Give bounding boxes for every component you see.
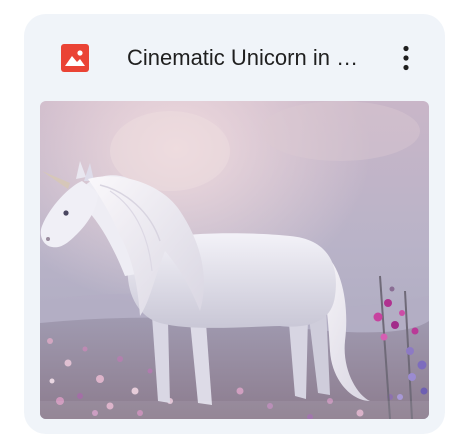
file-card[interactable]: Cinematic Unicorn in a Field of Flowers bbox=[24, 14, 445, 434]
more-options-button[interactable] bbox=[386, 38, 426, 78]
image-icon bbox=[60, 43, 90, 73]
unicorn-image bbox=[40, 101, 429, 419]
file-title[interactable]: Cinematic Unicorn in a Field of Flowers bbox=[127, 41, 367, 75]
more-vert-icon bbox=[403, 45, 409, 71]
card-header: Cinematic Unicorn in a Field of Flowers bbox=[24, 14, 445, 100]
image-thumbnail[interactable] bbox=[40, 101, 429, 419]
